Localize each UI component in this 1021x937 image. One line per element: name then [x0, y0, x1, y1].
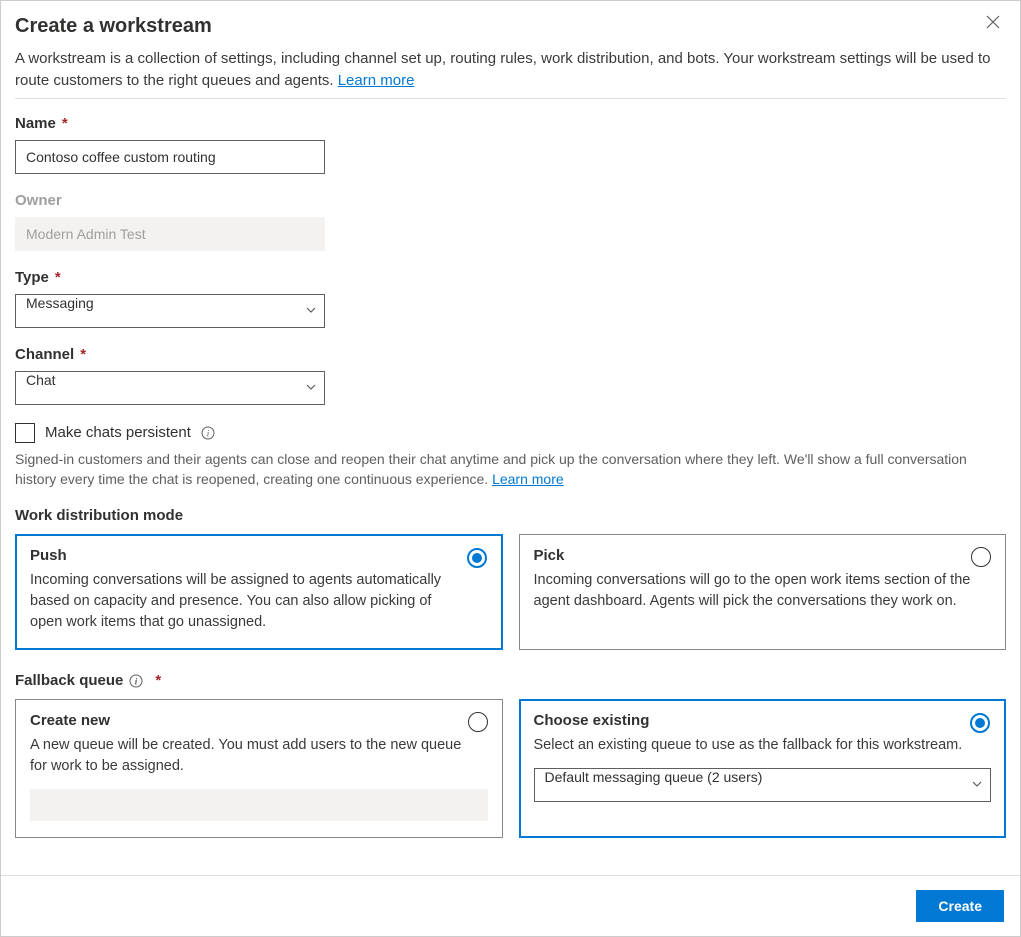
panel-description: A workstream is a collection of settings…	[15, 48, 1006, 92]
fallback-create-new-card[interactable]: Create new A new queue will be created. …	[15, 699, 503, 838]
push-desc: Incoming conversations will be assigned …	[30, 570, 488, 633]
persistent-help-text: Signed-in customers and their agents can…	[15, 449, 1006, 490]
create-new-queue-name-input	[30, 789, 488, 821]
create-button[interactable]: Create	[916, 890, 1004, 922]
pick-radio[interactable]	[971, 547, 991, 567]
type-label: Type*	[15, 269, 1006, 286]
channel-label: Channel*	[15, 346, 1006, 363]
work-distribution-push-card[interactable]: Push Incoming conversations will be assi…	[15, 534, 503, 650]
create-new-title: Create new	[30, 712, 488, 729]
choose-existing-desc: Select an existing queue to use as the f…	[534, 735, 992, 756]
divider	[15, 98, 1006, 99]
close-icon	[986, 16, 1000, 33]
channel-select[interactable]: Chat	[15, 371, 325, 405]
svg-text:i: i	[135, 676, 138, 686]
owner-input	[15, 217, 325, 251]
choose-existing-title: Choose existing	[534, 712, 992, 729]
fallback-queue-label: Fallback queue i *	[15, 672, 1006, 689]
create-workstream-panel: Create a workstream A workstream is a co…	[0, 0, 1021, 937]
make-persistent-checkbox[interactable]	[15, 423, 35, 443]
work-distribution-label: Work distribution mode	[15, 507, 1006, 524]
create-new-radio[interactable]	[468, 712, 488, 732]
persistent-learn-more-link[interactable]: Learn more	[492, 471, 564, 487]
info-icon[interactable]: i	[129, 674, 143, 688]
push-radio[interactable]	[467, 548, 487, 568]
panel-title: Create a workstream	[15, 15, 212, 38]
owner-label: Owner	[15, 192, 1006, 209]
name-input[interactable]	[15, 140, 325, 174]
pick-title: Pick	[534, 547, 992, 564]
push-title: Push	[30, 547, 488, 564]
type-select[interactable]: Messaging	[15, 294, 325, 328]
work-distribution-pick-card[interactable]: Pick Incoming conversations will go to t…	[519, 534, 1007, 650]
info-icon[interactable]: i	[201, 426, 215, 440]
create-new-desc: A new queue will be created. You must ad…	[30, 735, 488, 777]
fallback-choose-existing-card[interactable]: Choose existing Select an existing queue…	[519, 699, 1007, 838]
close-button[interactable]	[980, 11, 1006, 38]
make-persistent-label: Make chats persistent	[45, 424, 191, 441]
svg-text:i: i	[207, 428, 210, 438]
name-label: Name*	[15, 115, 1006, 132]
choose-existing-radio[interactable]	[970, 713, 990, 733]
panel-footer: Create	[1, 875, 1020, 936]
existing-queue-select[interactable]: Default messaging queue (2 users)	[534, 768, 992, 802]
description-learn-more-link[interactable]: Learn more	[338, 72, 415, 89]
pick-desc: Incoming conversations will go to the op…	[534, 570, 992, 612]
